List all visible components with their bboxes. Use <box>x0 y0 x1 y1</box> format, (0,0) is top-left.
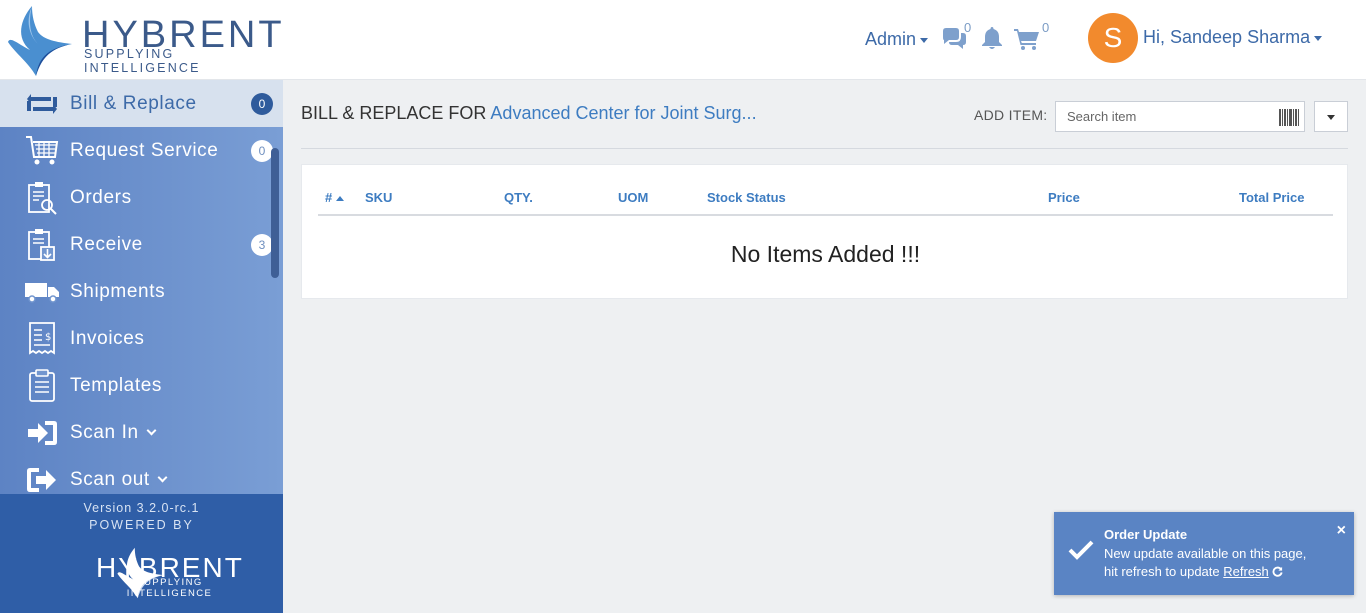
request-service-icon <box>22 134 62 168</box>
user-menu[interactable]: Hi, Sandeep Sharma <box>1143 27 1323 48</box>
sidebar-item-orders[interactable]: Orders <box>0 174 283 221</box>
version-text: Version 3.2.0-rc.1 <box>83 501 200 515</box>
user-avatar[interactable]: S <box>1088 13 1138 63</box>
sidebar-item-label: Shipments <box>70 280 166 302</box>
sort-asc-icon <box>336 196 345 202</box>
admin-label: Admin <box>865 29 917 49</box>
sidebar-item-invoices[interactable]: $ Invoices <box>0 315 283 362</box>
logo-tagline: SUPPLYING INTELLIGENCE <box>84 47 201 75</box>
empty-table-message: No Items Added !!! <box>730 241 921 267</box>
cart-icon[interactable] <box>1014 28 1040 55</box>
column-header-total-price[interactable]: Total Price <box>1239 190 1305 205</box>
toast-title: Order Update <box>1104 527 1188 542</box>
clipboard-icon <box>22 368 62 403</box>
admin-dropdown[interactable]: Admin <box>865 29 929 50</box>
column-header-number[interactable]: # <box>325 190 345 205</box>
sidebar-item-receive[interactable]: Receive 3 <box>0 221 283 268</box>
sidebar-item-request-service[interactable]: Request Service 0 <box>0 127 283 174</box>
refresh-icon[interactable] <box>1272 566 1283 577</box>
column-header-qty[interactable]: QTY. <box>504 190 533 205</box>
sidebar-item-label: Templates <box>70 374 162 396</box>
logo-mark-icon <box>8 6 72 76</box>
top-header: HYBRENT SUPPLYING INTELLIGENCE Admin 0 0… <box>0 0 1366 80</box>
column-header-sku[interactable]: SKU <box>365 190 392 205</box>
scan-in-icon <box>22 416 62 450</box>
page-title: BILL & REPLACE FOR Advanced Center for J… <box>301 103 757 124</box>
column-header-uom[interactable]: UOM <box>618 190 648 205</box>
order-update-toast: Order Update New update available on thi… <box>1054 512 1354 595</box>
refresh-link[interactable]: Refresh <box>1223 564 1269 579</box>
chevron-down-icon <box>146 425 157 435</box>
sidebar-item-shipments[interactable]: Shipments <box>0 268 283 315</box>
sidebar-item-label: Scan out <box>70 469 168 491</box>
sidebar-scrollbar[interactable] <box>271 148 279 278</box>
search-box <box>1055 101 1305 132</box>
barcode-icon[interactable] <box>1279 109 1299 131</box>
bill-replace-icon <box>22 87 62 121</box>
sidebar-item-label: Bill & Replace <box>70 92 197 114</box>
page-title-prefix: BILL & REPLACE FOR <box>301 103 487 123</box>
messages-count: 0 <box>964 20 972 35</box>
sidebar-item-label: Orders <box>70 186 132 208</box>
facility-name: Advanced Center for Joint Surg... <box>490 103 757 123</box>
search-input[interactable] <box>1056 102 1266 131</box>
sidebar-item-bill-replace[interactable]: Bill & Replace 0 <box>0 80 283 127</box>
svg-text:$: $ <box>45 332 51 343</box>
invoice-icon: $ <box>22 321 62 356</box>
column-header-price[interactable]: Price <box>1048 190 1080 205</box>
toast-close-button[interactable]: × <box>1337 522 1346 540</box>
user-greeting: Hi, Sandeep Sharma <box>1143 27 1311 47</box>
checkmark-icon <box>1068 540 1094 565</box>
chevron-down-icon <box>1327 115 1335 120</box>
bell-icon[interactable] <box>980 26 1004 56</box>
chevron-down-icon <box>157 472 168 482</box>
column-header-stock-status[interactable]: Stock Status <box>707 190 786 205</box>
sidebar-nav: Bill & Replace 0 Request Service 0 Order… <box>0 80 283 503</box>
items-table-panel: # SKU QTY. UOM Stock Status Price Total … <box>301 164 1348 299</box>
sidebar-item-label: Scan In <box>70 422 157 444</box>
sidebar-item-label: Receive <box>70 233 143 255</box>
truck-icon <box>22 275 62 309</box>
cart-count: 0 <box>1042 20 1050 35</box>
sidebar-item-label: Invoices <box>70 327 145 349</box>
sidebar: Bill & Replace 0 Request Service 0 Order… <box>0 80 283 613</box>
sidebar-item-label: Request Service <box>70 139 219 161</box>
divider <box>301 148 1348 149</box>
count-badge: 0 <box>251 93 273 115</box>
sidebar-item-templates[interactable]: Templates <box>0 362 283 409</box>
add-item-label: ADD ITEM: <box>974 107 1048 123</box>
orders-icon <box>22 181 62 215</box>
count-badge: 0 <box>251 140 273 162</box>
sidebar-footer: Version 3.2.0-rc.1 POWERED BY HYBRENT SU… <box>0 494 283 613</box>
table-header-divider <box>318 214 1333 216</box>
toast-message-line2: hit refresh to update Refresh <box>1104 563 1283 581</box>
hybrent-logo[interactable]: HYBRENT SUPPLYING INTELLIGENCE <box>6 4 286 78</box>
footer-logo: HYBRENT SUPPLYING INTELLIGENCE <box>42 542 242 604</box>
receive-icon <box>22 228 62 262</box>
chevron-down-icon <box>1314 35 1323 41</box>
chevron-down-icon <box>920 37 929 43</box>
scan-out-icon <box>22 463 62 497</box>
powered-by-text: POWERED BY <box>89 518 194 532</box>
sidebar-item-scan-in[interactable]: Scan In <box>0 409 283 456</box>
toast-message: New update available on this page, <box>1104 546 1307 561</box>
count-badge: 3 <box>251 234 273 256</box>
add-item-options-button[interactable] <box>1314 101 1348 132</box>
footer-logo-tagline: SUPPLYING INTELLIGENCE <box>126 577 213 599</box>
